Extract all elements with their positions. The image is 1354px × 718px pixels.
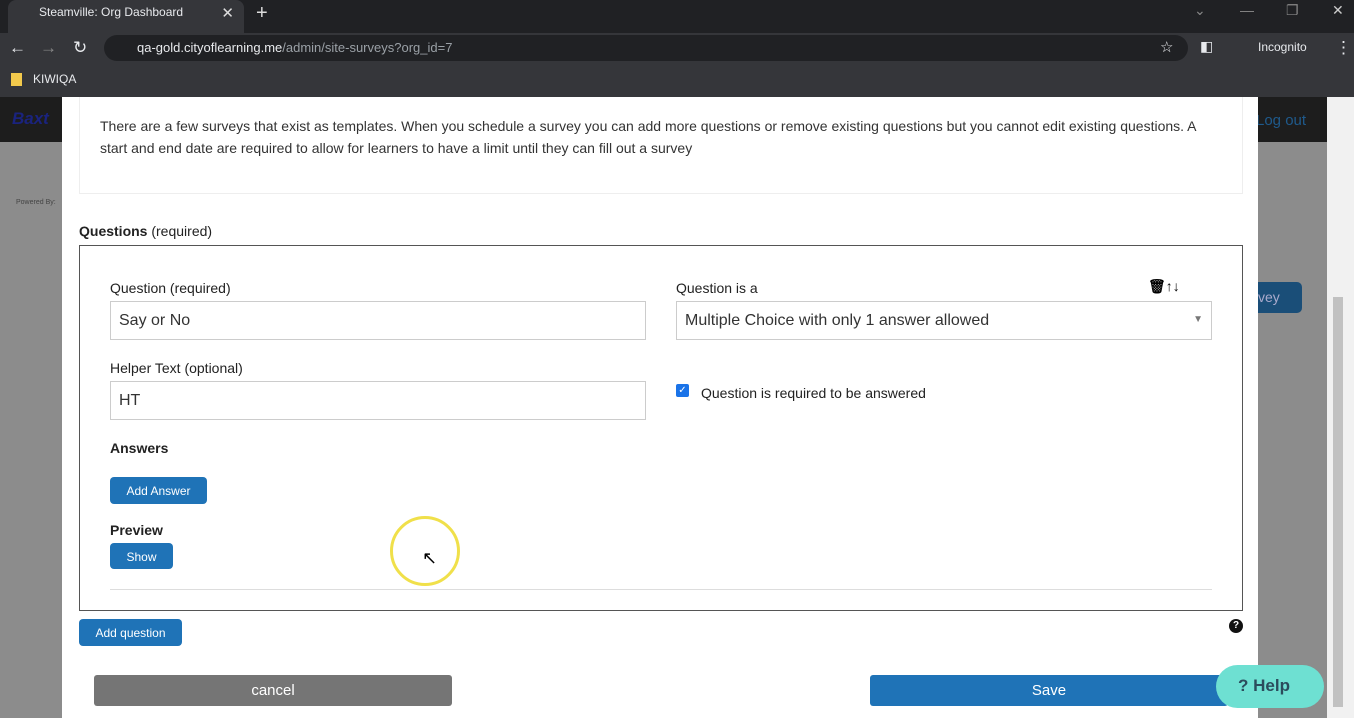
required-checkbox[interactable]: ✓: [676, 384, 689, 397]
close-window-icon[interactable]: ✕: [1332, 2, 1344, 19]
url-host: qa-gold.cityoflearning.me: [137, 40, 283, 55]
type-label: Question is a: [676, 280, 758, 296]
minimize-icon[interactable]: —: [1240, 2, 1254, 18]
bookmarks-bar: KIWIQA: [0, 64, 1354, 97]
menu-icon[interactable]: ⋮: [1335, 38, 1352, 58]
incognito-label[interactable]: Incognito: [1258, 40, 1307, 54]
url-input[interactable]: qa-gold.cityoflearning.me/admin/site-sur…: [104, 35, 1188, 61]
forward-icon[interactable]: →: [40, 38, 57, 58]
help-label: Help: [1253, 676, 1290, 695]
preview-label: Preview: [110, 522, 163, 538]
add-answer-button[interactable]: Add Answer: [110, 477, 207, 504]
divider: [110, 589, 1212, 590]
mouse-cursor-icon: ↖: [422, 548, 438, 568]
save-button[interactable]: Save: [870, 675, 1228, 706]
side-panel-icon[interactable]: ◧: [1200, 38, 1213, 55]
reload-icon[interactable]: ↻: [73, 38, 87, 58]
show-preview-button[interactable]: Show: [110, 543, 173, 569]
answers-label: Answers: [110, 440, 169, 456]
help-icon: ?: [1238, 676, 1249, 695]
url-path: /admin/site-surveys?org_id=7: [282, 40, 453, 55]
add-question-button[interactable]: Add question: [79, 619, 182, 646]
powered-by: Powered By:: [16, 199, 56, 206]
logout-link[interactable]: Log out: [1256, 112, 1306, 129]
tab-bar: Steamville: Org Dashboard ✕ + ⌄ — ❐ ✕: [0, 0, 1354, 33]
delete-icon[interactable]: 🗑: [1148, 278, 1166, 294]
question-input[interactable]: Say or No: [110, 301, 646, 340]
helper-label: Helper Text (optional): [110, 360, 243, 376]
required-label: Question is required to be answered: [701, 385, 926, 401]
questions-required: (required): [151, 223, 213, 239]
question-card: Question (required) Say or No Question i…: [79, 245, 1243, 611]
dropdown-arrow-icon: ▼: [1193, 314, 1203, 325]
intro-text: There are a few surveys that exist as te…: [79, 97, 1243, 194]
move-up-icon[interactable]: ↑: [1166, 278, 1173, 294]
move-down-icon[interactable]: ↓: [1173, 278, 1180, 294]
survey-modal: There are a few surveys that exist as te…: [62, 97, 1258, 718]
question-label: Question (required): [110, 280, 231, 296]
folder-icon: [11, 73, 22, 86]
tab-search-icon[interactable]: ⌄: [1194, 2, 1206, 19]
help-question-icon[interactable]: ?: [1229, 619, 1243, 633]
browser-tab[interactable]: Steamville: Org Dashboard ✕: [8, 0, 244, 33]
help-button[interactable]: ? Help: [1216, 665, 1324, 708]
close-tab-icon[interactable]: ✕: [221, 4, 234, 22]
question-type-select[interactable]: Multiple Choice with only 1 answer allow…: [676, 301, 1212, 340]
site-logo: Baxt: [12, 109, 49, 128]
bookmark-star-icon[interactable]: ☆: [1160, 38, 1173, 56]
bookmark-kiwiqa[interactable]: KIWIQA: [33, 72, 76, 86]
type-value: Multiple Choice with only 1 answer allow…: [685, 312, 990, 329]
cancel-button[interactable]: cancel: [94, 675, 452, 706]
tab-title: Steamville: Org Dashboard: [39, 5, 184, 19]
restore-icon[interactable]: ❐: [1286, 2, 1299, 19]
new-tab-icon[interactable]: +: [256, 2, 268, 25]
address-bar: ← → ↻ qa-gold.cityoflearning.me/admin/si…: [0, 33, 1354, 64]
helper-input[interactable]: HT: [110, 381, 646, 420]
back-icon[interactable]: ←: [9, 38, 26, 58]
scrollbar[interactable]: [1327, 97, 1354, 718]
questions-title: Questions: [79, 223, 148, 239]
questions-label: Questions (required): [79, 223, 212, 239]
scrollbar-thumb[interactable]: [1333, 297, 1343, 707]
